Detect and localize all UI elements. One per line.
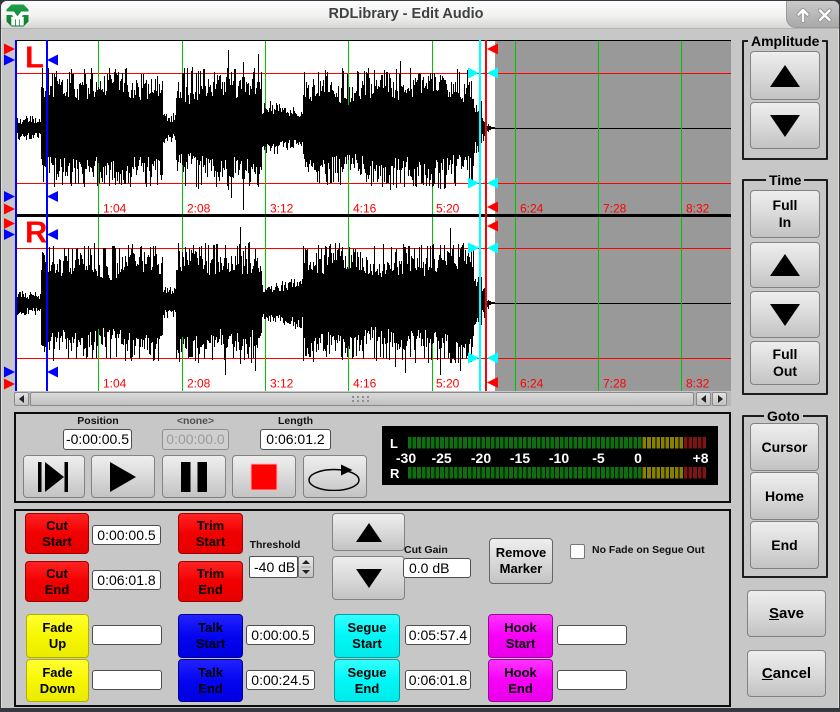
svg-text:-25: -25 (431, 450, 451, 466)
svg-text:L: L (390, 436, 398, 451)
svg-text:2:08: 2:08 (187, 377, 211, 391)
svg-text:0: 0 (634, 450, 642, 466)
svg-text:6:24: 6:24 (520, 377, 544, 391)
svg-text:1:04: 1:04 (103, 377, 127, 391)
svg-text:-15: -15 (510, 450, 530, 466)
svg-text:6:24: 6:24 (520, 202, 544, 216)
svg-text:-5: -5 (592, 450, 605, 466)
svg-text:-30: -30 (396, 450, 416, 466)
svg-text:L: L (25, 40, 44, 75)
svg-text:R: R (25, 215, 47, 250)
svg-text:5:20: 5:20 (436, 377, 460, 391)
svg-text:4:16: 4:16 (353, 377, 377, 391)
svg-text:3:12: 3:12 (270, 202, 294, 216)
svg-text:1:04: 1:04 (103, 202, 127, 216)
svg-text:7:28: 7:28 (603, 202, 627, 216)
svg-text:+8: +8 (693, 450, 709, 466)
svg-text:8:32: 8:32 (686, 377, 710, 391)
svg-text:R: R (390, 466, 400, 481)
svg-text:2:08: 2:08 (187, 202, 211, 216)
svg-text:4:16: 4:16 (353, 202, 377, 216)
svg-text:-20: -20 (471, 450, 491, 466)
svg-text:3:12: 3:12 (270, 377, 294, 391)
svg-text:5:20: 5:20 (436, 202, 460, 216)
svg-text:8:32: 8:32 (686, 202, 710, 216)
svg-text:-10: -10 (549, 450, 569, 466)
svg-text:7:28: 7:28 (603, 377, 627, 391)
